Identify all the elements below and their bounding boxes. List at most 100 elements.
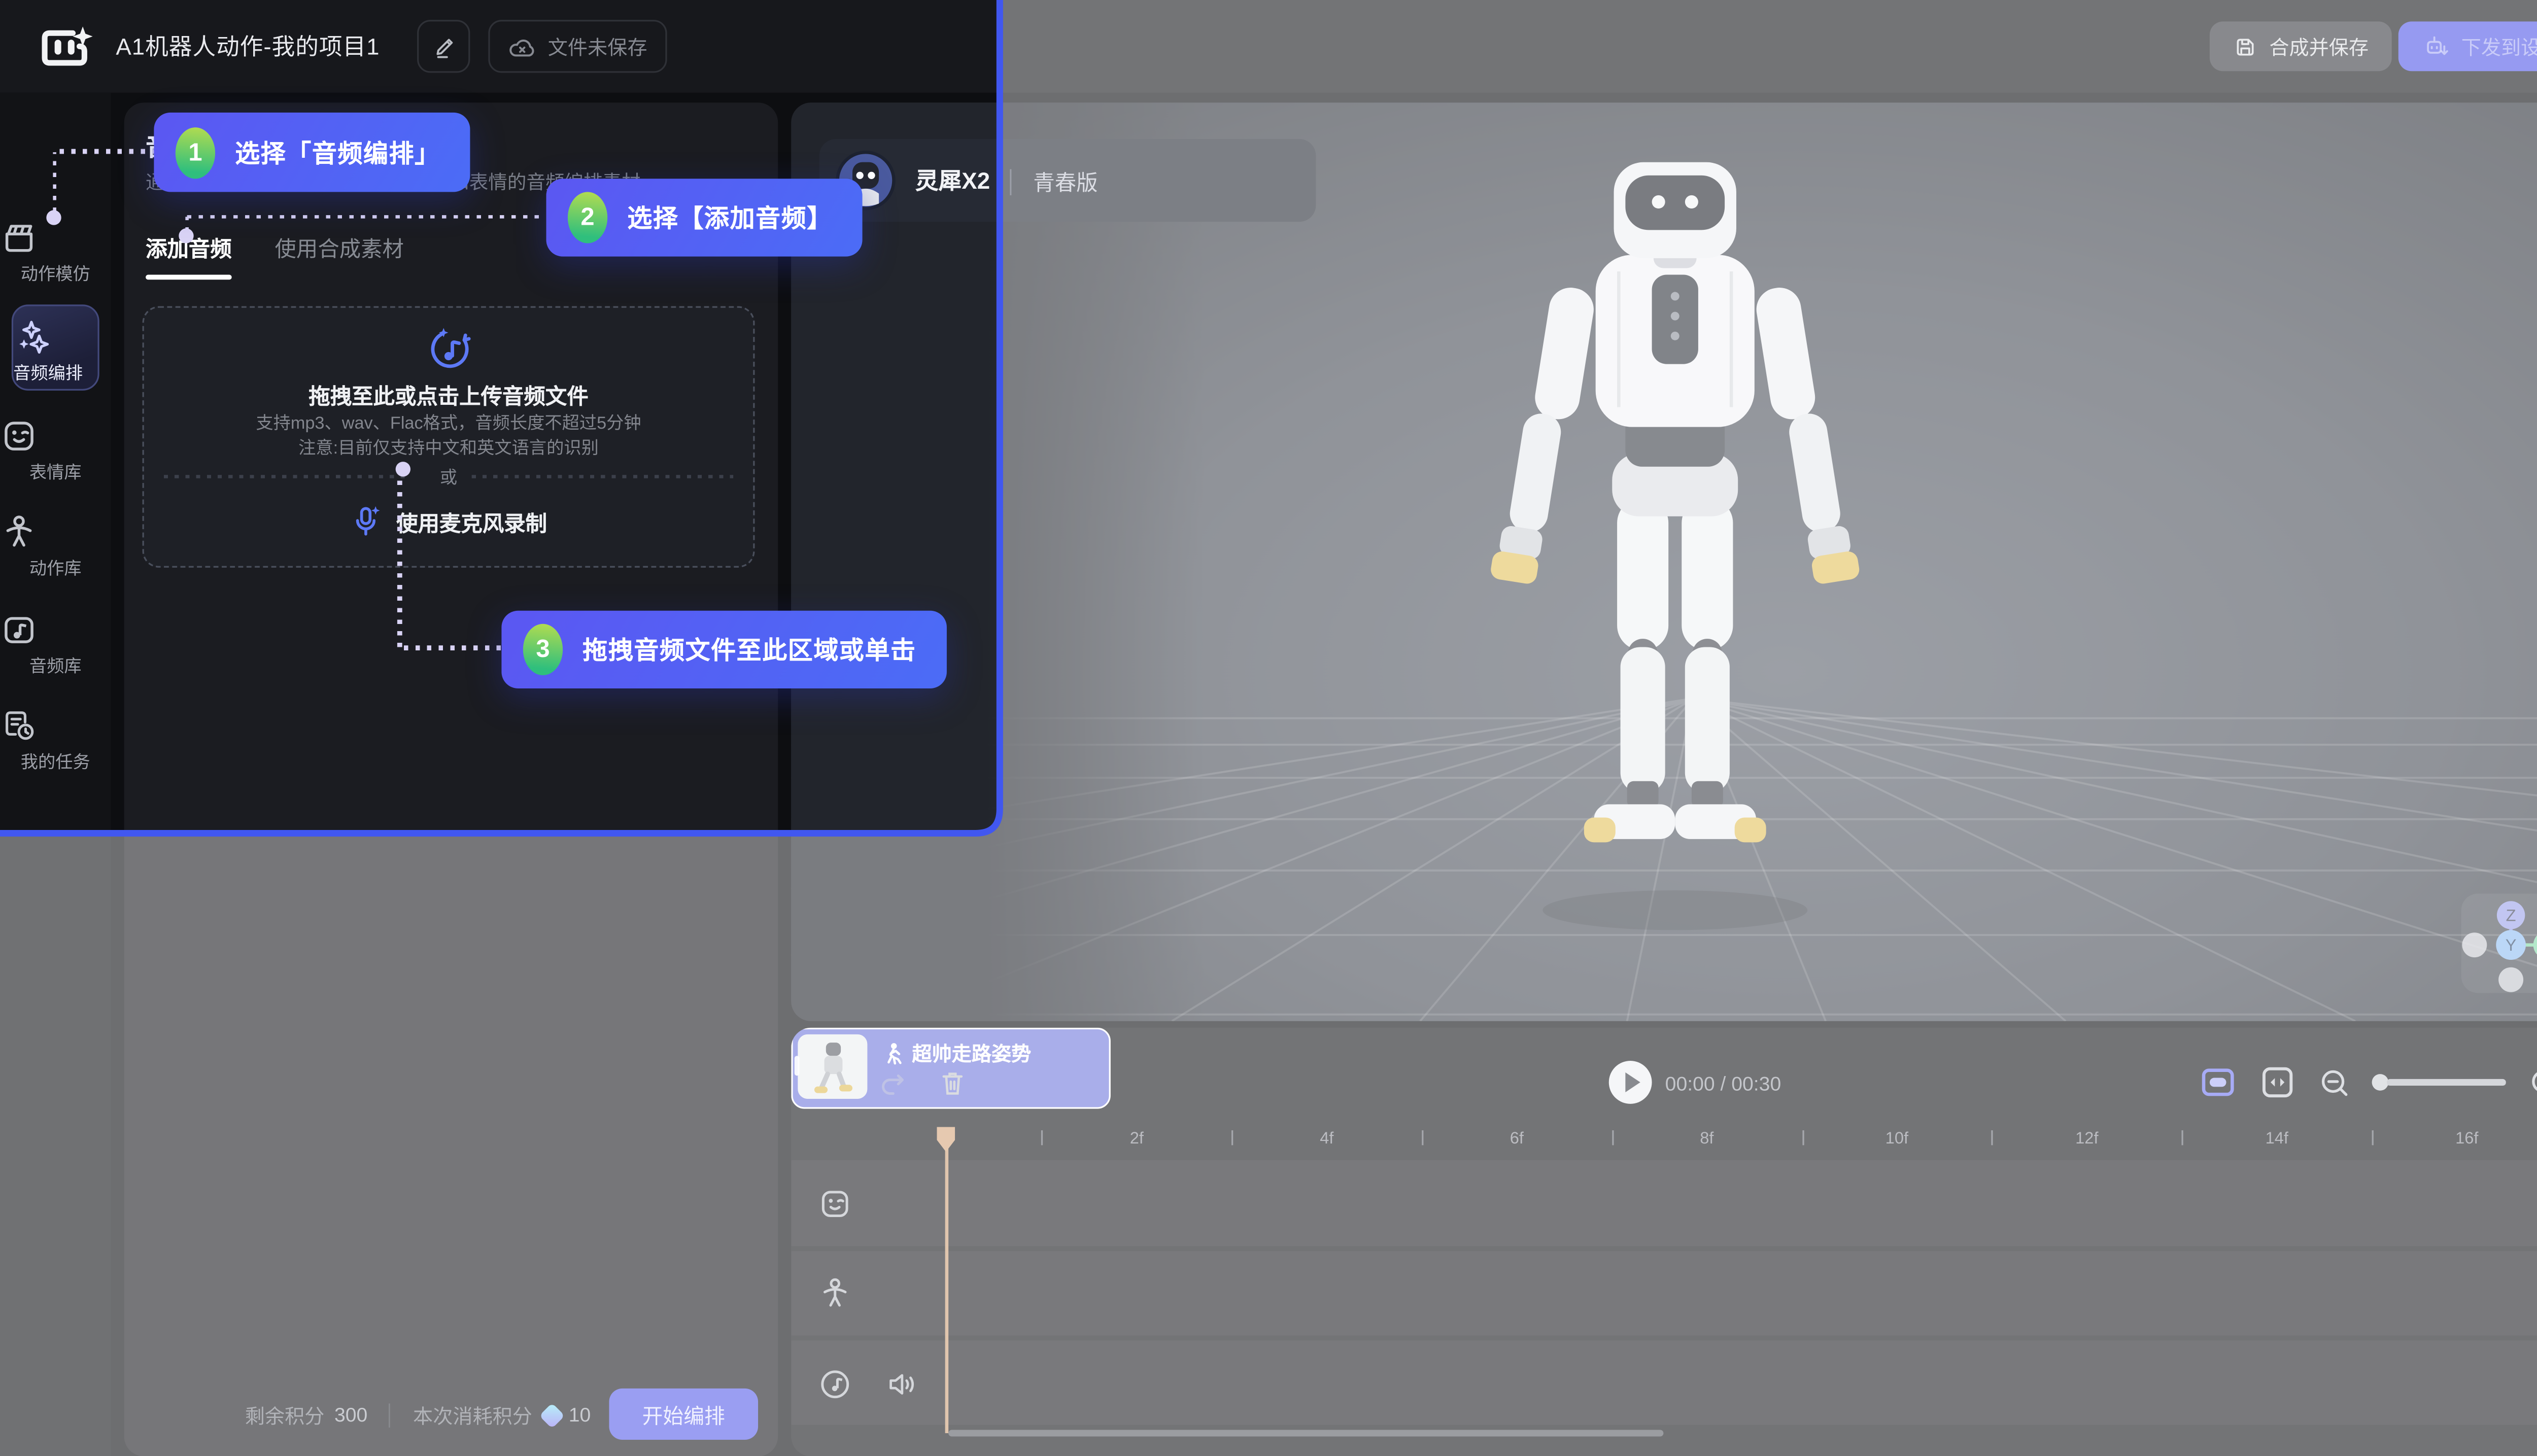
tab-use-synth-material[interactable]: 使用合成素材 <box>275 232 404 263</box>
walking-icon <box>882 1042 904 1065</box>
remaining-points-value: 300 <box>334 1403 367 1427</box>
save-button-label: 合成并保存 <box>2269 32 2369 60</box>
sidebar-item-label: 动作模仿 <box>0 261 111 286</box>
remaining-points-label: 剩余积分 <box>245 1401 325 1429</box>
tutorial-step-2: 2 选择【添加音频】 <box>546 179 862 256</box>
connector1-line-v <box>52 152 56 212</box>
ruler-minor-tick <box>1232 1130 1233 1145</box>
rename-button[interactable] <box>417 20 470 73</box>
points-gem-icon <box>538 1402 564 1428</box>
top-bar: A1机器人动作-我的项目1 文件未保存 合成并保存 <box>0 0 2537 93</box>
step-1-number: 1 <box>176 127 215 178</box>
expression-track-lane[interactable] <box>791 1160 2537 1246</box>
axis-neg-x <box>2462 932 2487 957</box>
person-icon <box>0 513 38 551</box>
robot-name: 灵犀X2 <box>915 164 990 197</box>
deploy-button-label: 下发到设备 <box>2461 32 2537 60</box>
redo-icon[interactable] <box>879 1069 909 1097</box>
ruler-frame-label: 14f <box>2266 1130 2288 1149</box>
sidebar-item-motion-imitate[interactable]: 动作模仿 <box>0 219 111 287</box>
time-display: 00:00 / 00:30 <box>1665 1072 1781 1096</box>
file-unsaved-button[interactable]: 文件未保存 <box>488 20 667 73</box>
ruler-frame-label: 4f <box>1320 1130 1333 1149</box>
ruler-minor-tick <box>2372 1130 2374 1145</box>
audio-track-icon <box>817 1367 852 1402</box>
footer-divider: │ <box>384 1403 396 1427</box>
humanoid-robot <box>1427 162 1924 940</box>
frame-ruler[interactable]: 0f2f4f6f8f10f12f14f16f <box>791 1130 2537 1157</box>
axis-x <box>2533 931 2537 959</box>
sidebar-item-label: 音频库 <box>0 654 111 679</box>
robot-model-chip: 灵犀X2 │ 青春版 <box>819 139 1316 222</box>
tutorial-step-3: 3 拖拽音频文件至此区域或单击 <box>501 611 946 688</box>
robot-3d-viewport[interactable]: 灵犀X2 │ 青春版 Z Y X <box>791 102 2537 1021</box>
save-icon <box>2233 34 2258 59</box>
microphone-icon <box>350 503 383 540</box>
sidebar-item-label: 表情库 <box>0 460 111 485</box>
connector3-line-h <box>404 645 501 649</box>
step-1-text: 选择「音频编排」 <box>235 135 440 170</box>
screen: A1机器人动作-我的项目1 文件未保存 合成并保存 <box>0 0 2537 1456</box>
timeline-panel: 00:00 / 00:30 0f2f4f6f8f10f12f14f16f <box>791 1028 2537 1456</box>
step-2-text: 选择【添加音频】 <box>627 200 833 235</box>
ruler-minor-tick <box>1802 1130 1803 1145</box>
pencil-icon <box>431 34 456 59</box>
sidebar-item-label: 我的任务 <box>0 750 111 775</box>
sidebar-item-my-tasks[interactable]: 我的任务 <box>0 707 111 775</box>
sidebar-item-audio-lib[interactable]: 音频库 <box>0 611 111 679</box>
mic-record-button[interactable]: 使用麦克风录制 <box>144 503 753 540</box>
face-icon <box>0 417 38 455</box>
step-3-number: 3 <box>523 624 563 675</box>
cloud-icon <box>508 34 536 59</box>
sidebar-item-label: 音频编排 <box>13 361 97 386</box>
app-logo-icon <box>40 25 96 71</box>
clip-name: 超帅走路姿势 <box>912 1039 1031 1067</box>
audio-upload-dropzone[interactable]: 拖拽至此或点击上传音频文件 支持mp3、wav、Flac格式，音频长度不超过5分… <box>143 306 755 567</box>
ruler-minor-tick <box>1042 1130 1043 1145</box>
timeline-zoom-slider[interactable] <box>2374 1080 2506 1085</box>
slider-track-fill <box>2387 1079 2506 1086</box>
volume-icon[interactable] <box>885 1369 918 1400</box>
cost-points-value: 10 <box>569 1403 591 1427</box>
svg-text:Y: Y <box>2506 935 2517 954</box>
fit-timeline-icon[interactable] <box>2261 1066 2294 1099</box>
file-unsaved-label: 文件未保存 <box>548 32 647 60</box>
sidebar-item-audio-arrange[interactable]: 音频编排 <box>12 304 99 391</box>
audio-track-lane[interactable] <box>791 1340 2537 1425</box>
play-button[interactable] <box>1609 1061 1652 1104</box>
track-view-toggle-icon[interactable] <box>2202 1067 2235 1097</box>
upload-note: 注意:目前仅支持中文和英文语言的识别 <box>144 435 753 460</box>
expression-track-icon <box>817 1187 852 1222</box>
ruler-frame-label: 16f <box>2455 1130 2478 1149</box>
upload-title: 拖拽至此或点击上传音频文件 <box>144 379 753 410</box>
audio-arrange-panel: 音频编排 通过上传或录制音频，智能编排动作和表情的音频编排素材 添加音频 使用合… <box>124 102 778 1456</box>
task-list-icon <box>0 707 38 745</box>
tab-active-underline <box>146 275 232 279</box>
step-2-number: 2 <box>568 192 607 243</box>
panel-footer: 剩余积分 300 │ 本次消耗积分 10 开始编排 <box>124 1374 778 1456</box>
tutorial-step-1: 1 选择「音频编排」 <box>154 113 470 192</box>
action-track-lane[interactable] <box>791 1251 2537 1335</box>
zoom-out-icon[interactable] <box>2319 1067 2350 1099</box>
axis-gizmo[interactable]: Z Y X <box>2461 894 2537 993</box>
ruler-minor-tick <box>1992 1130 1994 1145</box>
project-title: A1机器人动作-我的项目1 <box>116 0 380 93</box>
sidebar-item-action-lib[interactable]: 动作库 <box>0 513 111 581</box>
slider-knob[interactable] <box>2372 1074 2389 1091</box>
connector1-dot <box>46 210 61 225</box>
ruler-minor-tick <box>2182 1130 2183 1145</box>
deploy-button[interactable]: 下发到设备 <box>2398 21 2537 71</box>
ruler-frame-label: 10f <box>1885 1130 1908 1149</box>
start-arrange-button[interactable]: 开始编排 <box>609 1389 758 1440</box>
save-button[interactable]: 合成并保存 <box>2210 21 2392 71</box>
delete-icon[interactable] <box>939 1067 967 1099</box>
sparkles-icon <box>13 318 51 356</box>
timeline-scrollbar[interactable] <box>948 1430 1663 1436</box>
connector3-line-v <box>397 478 401 647</box>
clip-trim-handle-left[interactable] <box>795 1056 800 1076</box>
playhead-line <box>945 1149 948 1433</box>
ruler-minor-tick <box>1612 1130 1614 1145</box>
zoom-in-icon[interactable] <box>2529 1067 2537 1099</box>
connector2-line-h <box>187 214 546 218</box>
sidebar-item-expression-lib[interactable]: 表情库 <box>0 417 111 485</box>
